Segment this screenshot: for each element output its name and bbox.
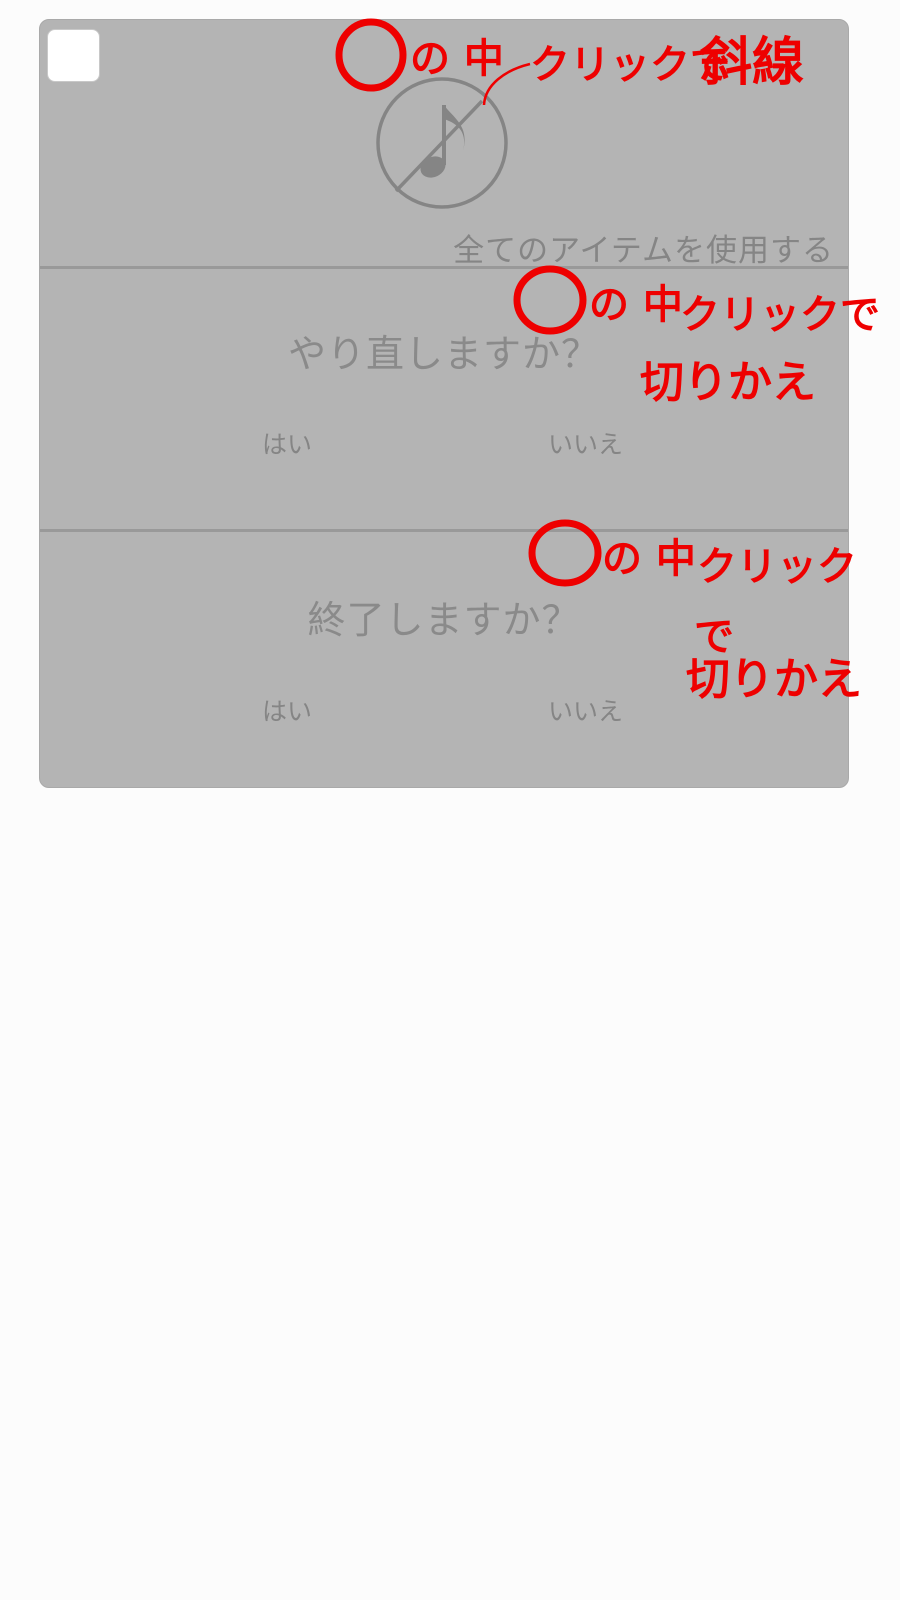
quit-no-button[interactable]: いいえ <box>548 692 623 728</box>
music-toggle-button[interactable] <box>374 75 510 211</box>
use-all-items-label: 全てのアイテムを使用する <box>453 233 834 269</box>
settings-panel: 全てのアイテムを使用する やり直しますか？ はい いいえ 終了しますか？ はい … <box>39 19 849 788</box>
music-note-muted-icon <box>376 77 508 209</box>
divider <box>40 266 848 269</box>
retry-yes-button[interactable]: はい <box>262 425 312 461</box>
use-all-items-checkbox[interactable] <box>47 29 100 82</box>
divider <box>40 529 848 532</box>
retry-no-button[interactable]: いいえ <box>548 425 623 461</box>
retry-question: やり直しますか？ <box>287 332 600 376</box>
quit-yes-button[interactable]: はい <box>262 692 312 728</box>
quit-question: 終了しますか？ <box>307 598 581 642</box>
